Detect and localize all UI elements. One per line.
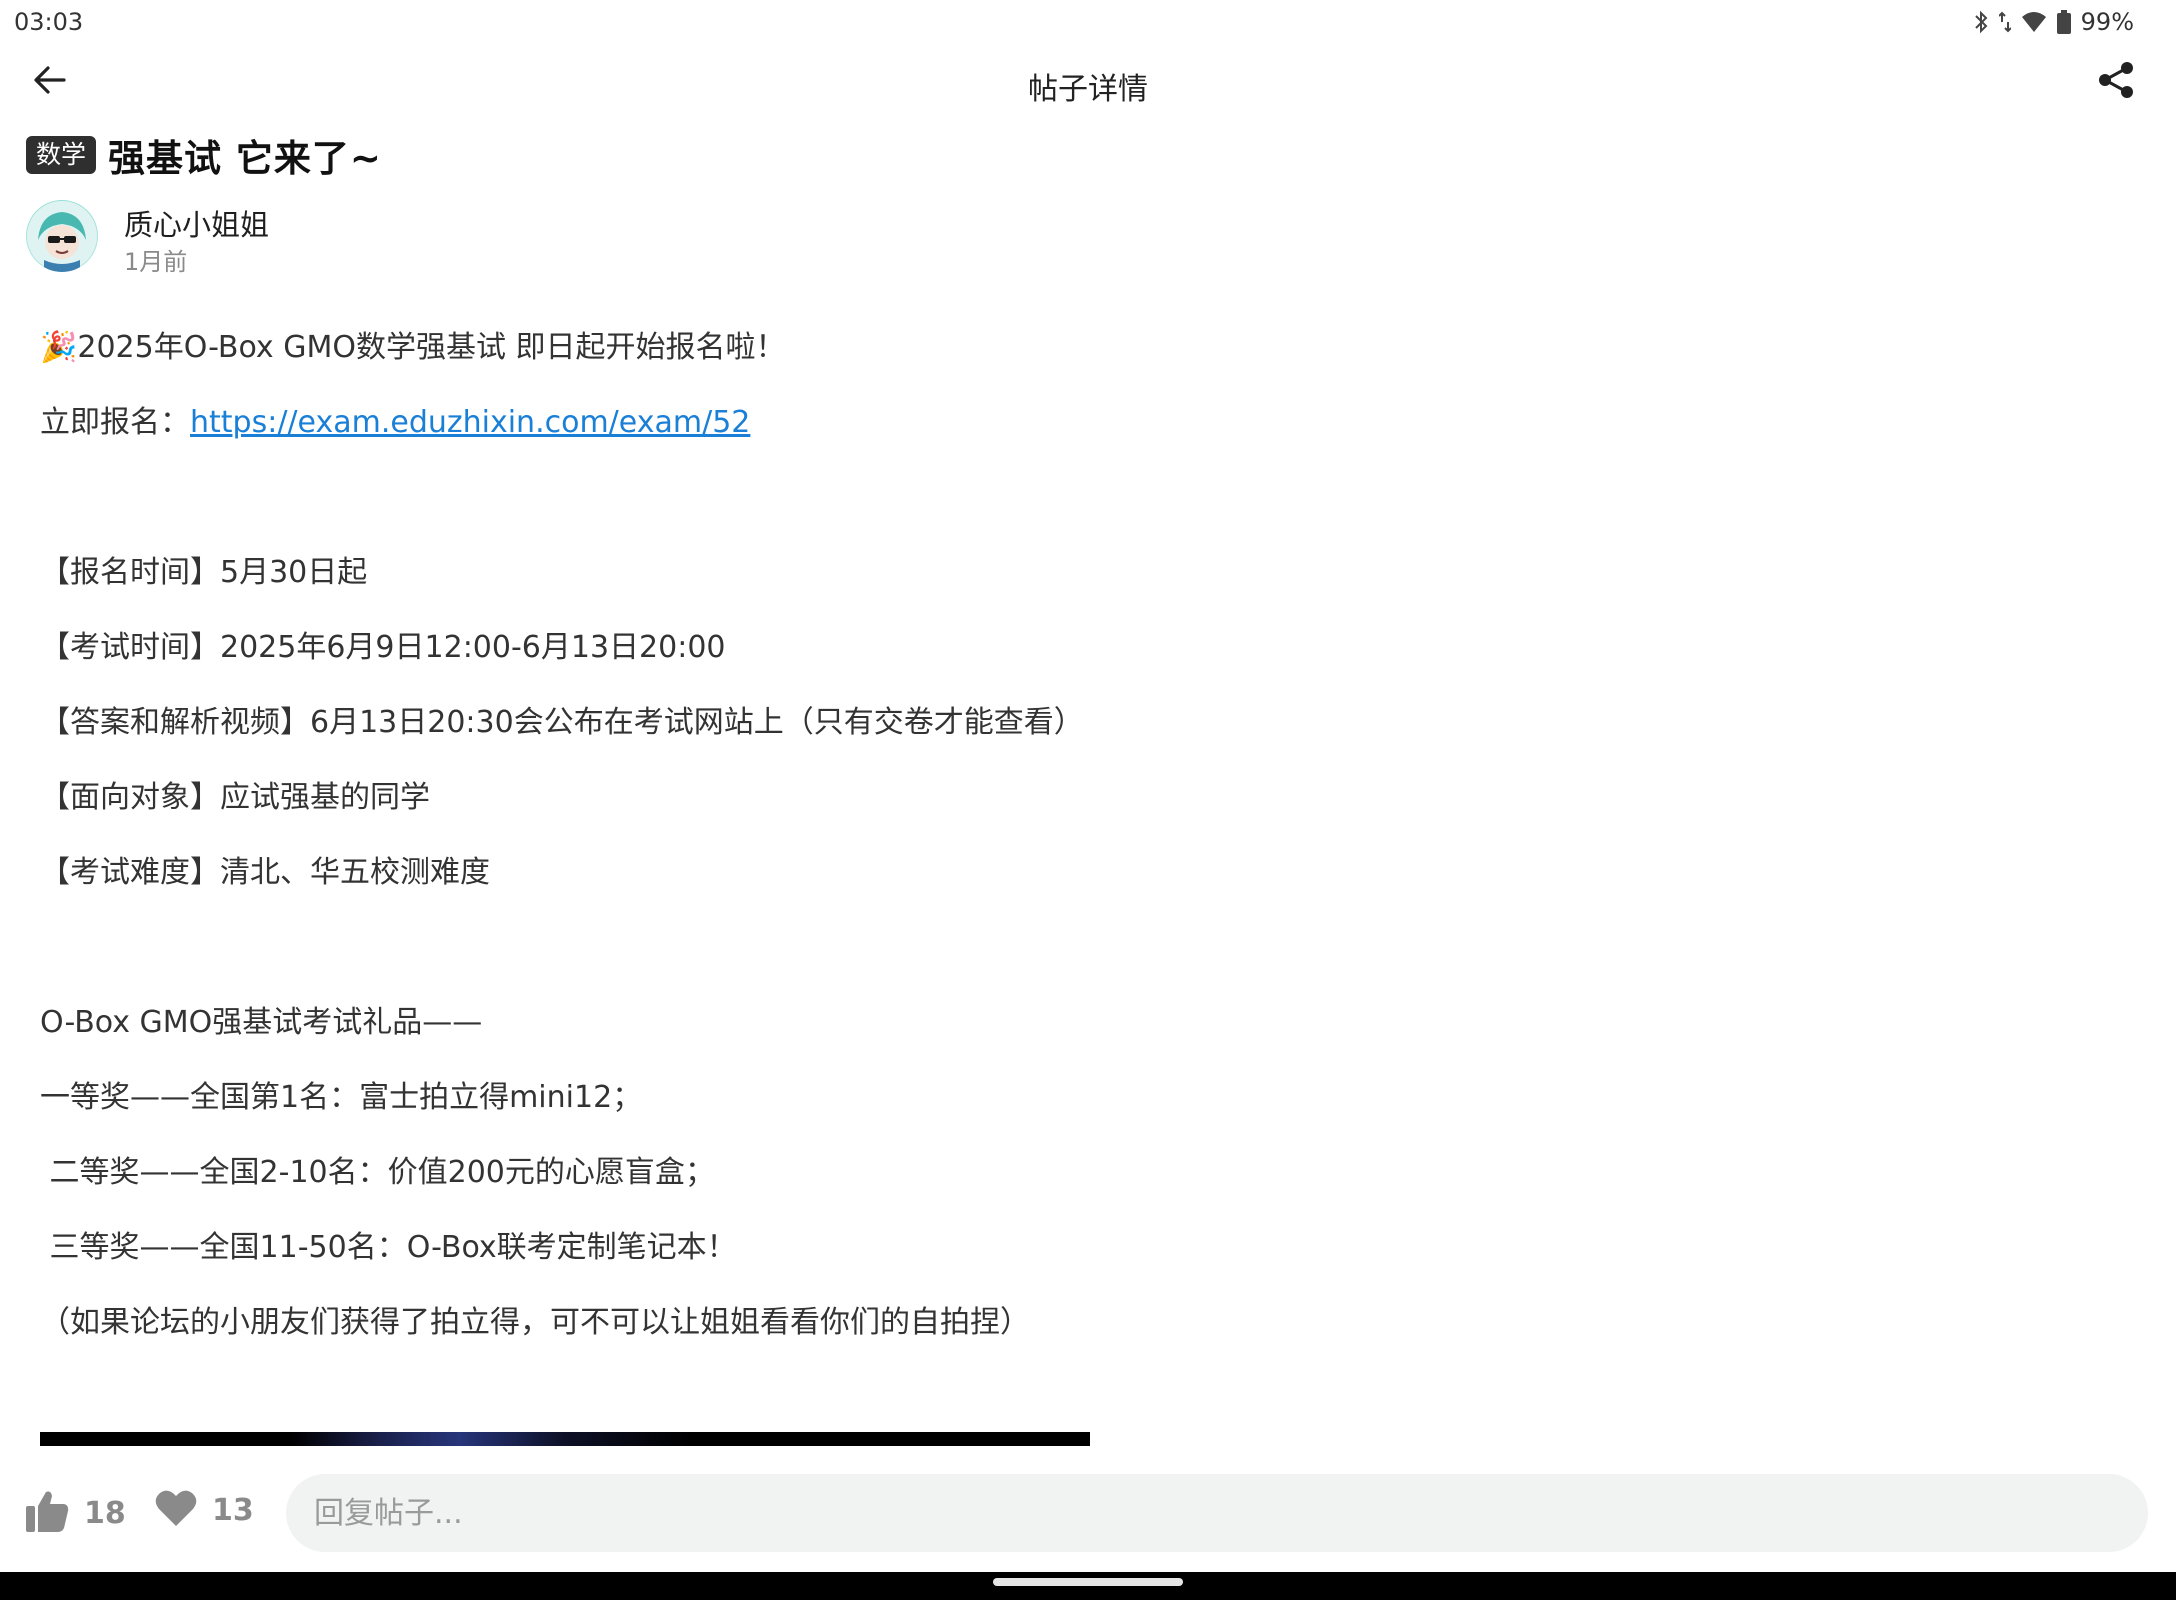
favorite-count: 13 [212, 1492, 254, 1528]
battery-icon [2056, 10, 2071, 34]
status-bar: 03:03 99% [0, 0, 2176, 44]
body-line: 二等奖——全国2-10名：价值200元的心愿盲盒； [40, 1155, 715, 1190]
bluetooth-icon [1973, 10, 1989, 34]
wifi-icon [2021, 11, 2047, 33]
register-line: 立即报名：https://exam.eduzhixin.com/exam/52 [40, 385, 1940, 460]
body-line: 【面向对象】应试强基的同学 [40, 780, 430, 815]
register-link[interactable]: https://exam.eduzhixin.com/exam/52 [190, 405, 750, 440]
body-line: 【考试时间】2025年6月9日12:00-6月13日20:00 [40, 630, 726, 665]
status-icons: 99% [1973, 8, 2134, 36]
battery-percent: 99% [2080, 8, 2134, 36]
body-line: O-Box GMO强基试考试礼品—— [40, 1005, 483, 1040]
body-line: 【答案和解析视频】6月13日20:30会公布在考试网站上（只有交卷才能查看） [40, 705, 1084, 740]
post-image[interactable] [40, 1432, 1090, 1446]
avatar[interactable] [26, 200, 98, 272]
gesture-handle[interactable] [993, 1578, 1183, 1586]
post-title: 强基试 它来了~ [108, 137, 382, 180]
body-line: 一等奖——全国第1名：富士拍立得mini12； [40, 1080, 643, 1115]
share-button[interactable] [2092, 58, 2140, 106]
thumbs-up-icon [24, 1488, 70, 1538]
like-button[interactable]: 18 [24, 1488, 126, 1538]
body-line: 三等奖——全国11-50名：O-Box联考定制笔记本！ [40, 1230, 737, 1265]
page-title: 帖子详情 [1028, 72, 1148, 107]
bottom-action-bar: 18 13 [0, 1462, 2176, 1572]
like-count: 18 [84, 1495, 126, 1531]
author-name[interactable]: 质心小姐姐 [124, 202, 269, 244]
reply-input[interactable] [286, 1474, 2148, 1552]
data-arrows-icon [1998, 10, 2011, 34]
post-detail-screen: 03:03 99% 帖子详情 数学 强基试 它来了~ 质心小姐姐 1月前 🎉20… [0, 0, 2176, 1600]
post-time: 1月前 [124, 248, 188, 276]
post-body: 🎉2025年O-Box GMO数学强基试 即日起开始报名啦！ 立即报名：http… [40, 310, 1940, 1360]
body-line: 🎉2025年O-Box GMO数学强基试 即日起开始报名啦！ [40, 330, 786, 365]
author-row[interactable]: 质心小姐姐 1月前 [26, 200, 626, 276]
favorite-button[interactable]: 13 [154, 1488, 254, 1532]
heart-icon [154, 1488, 198, 1532]
post-title-row: 数学 强基试 它来了~ [26, 128, 382, 182]
body-line: （如果论坛的小朋友们获得了拍立得，可不可以让姐姐看看你们的自拍捏） [40, 1305, 1030, 1340]
status-time: 03:03 [14, 8, 84, 36]
register-label: 立即报名： [40, 405, 190, 440]
body-line: 【考试难度】清北、华五校测难度 [40, 855, 490, 890]
body-line: 【报名时间】5月30日起 [40, 555, 368, 590]
category-badge[interactable]: 数学 [26, 136, 97, 174]
navigation-bar [0, 1572, 2176, 1600]
app-bar: 帖子详情 [0, 50, 2176, 116]
share-icon [2098, 61, 2134, 103]
